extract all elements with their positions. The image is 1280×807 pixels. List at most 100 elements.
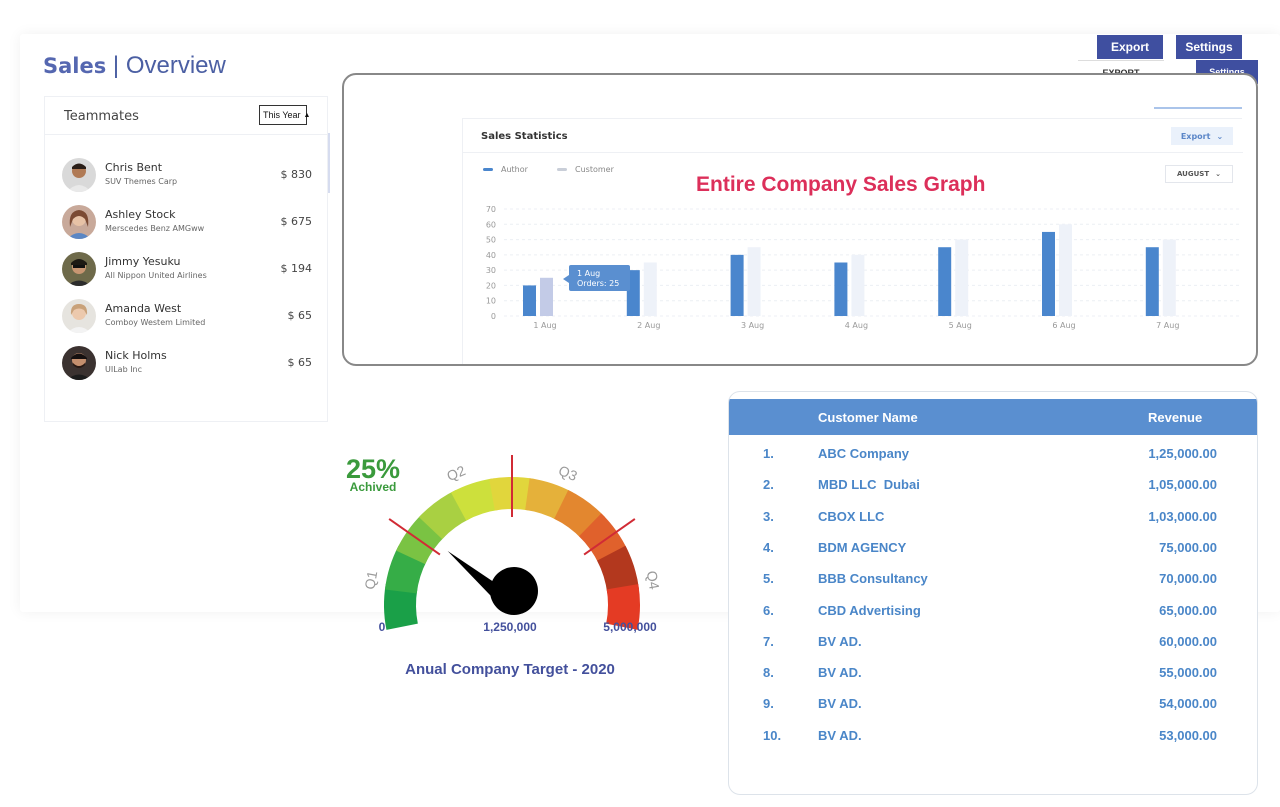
revenue-value: 70,000.00 [1159, 571, 1217, 587]
teammate-row[interactable]: Nick Holms UILab Inc $ 65 [62, 344, 312, 384]
avatar [62, 346, 96, 380]
title-overview: Overview [125, 52, 226, 79]
year-filter-select[interactable]: This Year ▲ [259, 105, 310, 125]
teammates-header: Teammates This Year ▲ [45, 97, 327, 135]
teammate-amount: $ 65 [287, 309, 313, 322]
table-row[interactable]: 1. ABC Company 1,25,000.00 [729, 443, 1257, 465]
bar-author [1042, 231, 1055, 316]
settings-button[interactable]: Settings [1176, 35, 1242, 59]
revenue-value: 55,000.00 [1159, 665, 1217, 681]
revenue-value: 75,000.00 [1159, 539, 1217, 555]
table-row[interactable]: 8. BV AD. 55,000.00 [729, 662, 1257, 684]
y-tick-label: 30 [486, 266, 496, 275]
customer-name: BBB Consultancy [818, 571, 928, 587]
teammate-row[interactable]: Ashley Stock Merscedes Benz AMGww $ 675 [62, 203, 312, 243]
caret-icon: ▲ [303, 111, 311, 119]
revenue-value: 60,000.00 [1159, 633, 1217, 649]
avatar [62, 299, 96, 333]
y-tick-label: 10 [486, 297, 496, 306]
teammate-name: Amanda West [105, 302, 182, 315]
row-number: 3. [763, 508, 774, 524]
table-row[interactable]: 6. CBD Advertising 65,000.00 [729, 600, 1257, 622]
row-number: 8. [763, 665, 774, 681]
teammates-panel: Teammates This Year ▲ Chris Bent SUV The… [44, 96, 330, 422]
revenue-value: 65,000.00 [1159, 602, 1217, 618]
table-row[interactable]: 5. BBB Consultancy 70,000.00 [729, 568, 1257, 590]
table-row[interactable]: 7. BV AD. 60,000.00 [729, 631, 1257, 653]
teammate-row[interactable]: Chris Bent SUV Themes Carp $ 830 [62, 156, 312, 196]
bar-customer [1162, 239, 1176, 316]
table-row[interactable]: 4. BDM AGENCY 75,000.00 [729, 537, 1257, 559]
export-button[interactable]: Export [1097, 35, 1163, 59]
teammate-company: UILab Inc [105, 365, 143, 374]
row-number: 4. [763, 539, 774, 555]
row-number: 10. [763, 727, 782, 743]
customer-name: ABC Company [818, 446, 910, 461]
table-row[interactable]: 3. CBOX LLC 1,03,000.00 [729, 506, 1257, 528]
revenue-value: 1,03,000.00 [1148, 508, 1217, 524]
target-title: Anual Company Target - 2020 [405, 661, 615, 678]
table-row[interactable]: 9. BV AD. 54,000.00 [729, 693, 1257, 715]
bar-customer [643, 262, 657, 316]
title-separator: | [112, 52, 120, 79]
tooltip-title: 1 Aug [577, 269, 600, 278]
avatar [62, 158, 96, 192]
avatar-image [62, 346, 96, 380]
quarter-label: Q3 [556, 462, 580, 484]
gauge-max-label: 5,000,000 [603, 620, 657, 634]
page-title: Sales | Overview [43, 52, 226, 80]
teammate-name: Jimmy Yesuku [105, 255, 181, 268]
header-revenue[interactable]: Revenue [1148, 410, 1202, 425]
graph-heading: Entire Company Sales Graph [696, 173, 986, 196]
customer-name: BV AD. [818, 696, 862, 712]
revenue-value: 1,25,000.00 [1148, 446, 1217, 461]
teammate-amount: $ 830 [280, 168, 313, 181]
row-number: 2. [763, 477, 774, 493]
bar-author [938, 247, 952, 316]
row-number: 7. [763, 633, 774, 649]
teammate-name: Chris Bent [105, 161, 163, 174]
x-tick-label: 6 Aug [1052, 321, 1075, 330]
year-filter-value: This Year [263, 110, 301, 120]
customer-name: CBOX LLC [818, 508, 885, 524]
customer-name: MBD LLC Dubai [818, 477, 920, 493]
bar-customer [1059, 224, 1072, 316]
x-tick-label: 1 Aug [533, 321, 556, 330]
bar-author [730, 254, 744, 316]
avatar-image [62, 299, 96, 333]
teammate-name: Nick Holms [105, 349, 167, 362]
bar-author [834, 262, 848, 316]
bar-customer [851, 254, 865, 316]
dashboard: Sales | Overview Export Settings EXPORT … [0, 0, 1280, 807]
needle-hub [490, 567, 538, 615]
x-tick-label: 4 Aug [845, 321, 868, 330]
scrollbar[interactable] [328, 133, 330, 193]
y-tick-label: 60 [486, 220, 496, 229]
y-tick-label: 50 [486, 236, 496, 245]
revenue-value: 1,05,000.00 [1148, 477, 1217, 493]
teammate-amount: $ 675 [280, 215, 313, 228]
customer-name: CBD Advertising [818, 602, 921, 618]
quarter-label: Q2 [444, 462, 468, 484]
y-tick-label: 40 [486, 251, 496, 260]
y-tick-label: 0 [491, 312, 496, 321]
bar-customer [747, 247, 761, 316]
teammate-row[interactable]: Jimmy Yesuku All Nippon United Airlines … [62, 250, 312, 290]
table-row[interactable]: 2. MBD LLC Dubai 1,05,000.00 [729, 474, 1257, 496]
sales-graph-frame: Sales Statistics Export ⌄ Author Custome… [342, 73, 1258, 366]
achieved-label: Achived [350, 480, 397, 494]
teammate-row[interactable]: Amanda West Comboy Westem Limited $ 65 [62, 297, 312, 337]
tooltip-value: Orders: 25 [577, 279, 619, 288]
row-number: 6. [763, 602, 774, 618]
row-number: 5. [763, 571, 774, 587]
table-header: Customer Name Revenue [729, 399, 1257, 435]
y-tick-label: 70 [486, 205, 496, 214]
teammate-amount: $ 194 [280, 262, 313, 275]
quarter-label: Q4 [644, 570, 663, 591]
customer-name: BV AD. [818, 665, 862, 681]
avatar-image [62, 158, 96, 192]
bar-author [1145, 247, 1159, 316]
header-customer-name[interactable]: Customer Name [818, 410, 918, 425]
table-row[interactable]: 10. BV AD. 53,000.00 [729, 725, 1257, 747]
teammate-company: Comboy Westem Limited [105, 318, 206, 327]
